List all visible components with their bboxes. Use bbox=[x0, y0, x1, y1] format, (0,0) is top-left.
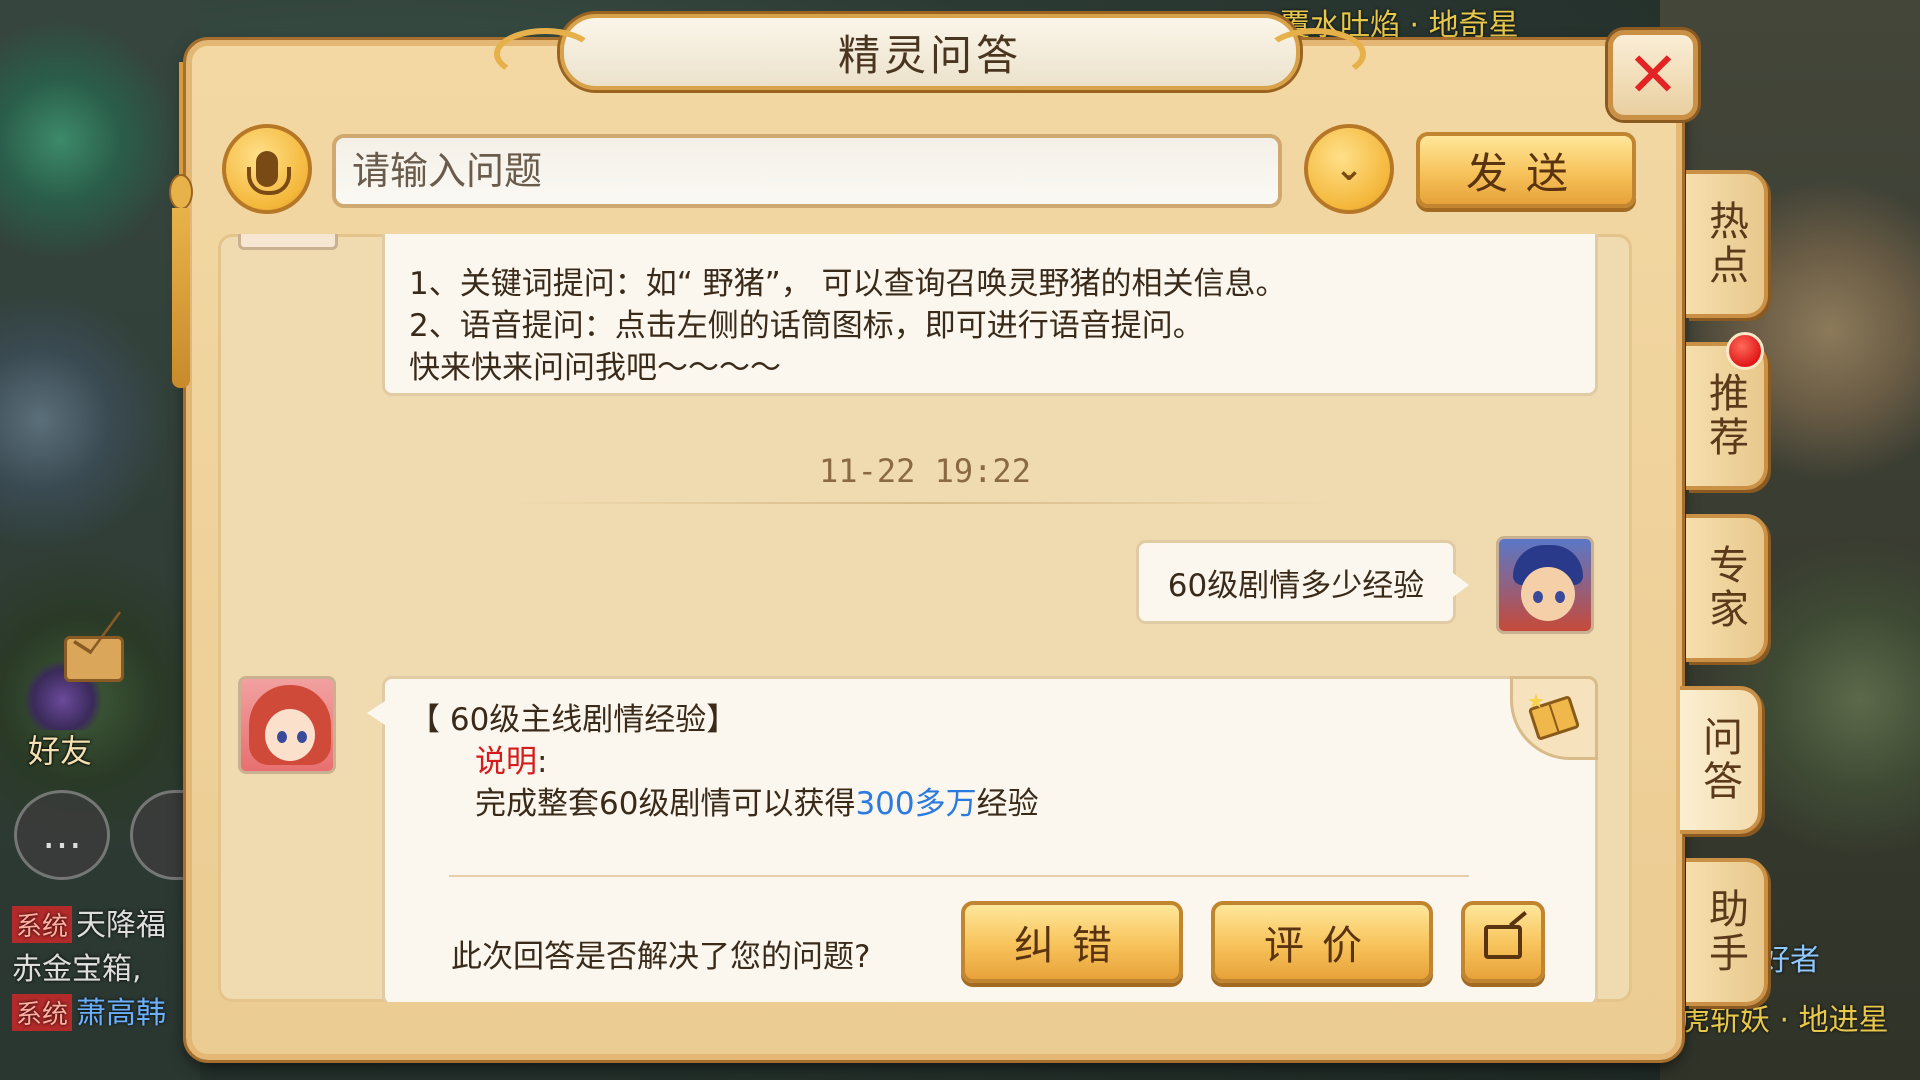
rate-button[interactable]: 评价 bbox=[1211, 901, 1433, 983]
system-message-line: 系统 萧高韩 bbox=[12, 988, 166, 1032]
intro-message-bubble: 1、关键词提问：如“ 野猪”， 可以查询召唤灵野猪的相关信息。 2、语音提问：点… bbox=[382, 234, 1598, 396]
close-button[interactable]: ✕ bbox=[1608, 30, 1698, 120]
close-icon: ✕ bbox=[1627, 38, 1679, 111]
user-avatar bbox=[1496, 536, 1594, 634]
feedback-question: 此次回答是否解决了您的问题? bbox=[451, 939, 871, 975]
user-message-bubble: 60级剧情多少经验 bbox=[1136, 540, 1469, 624]
share-icon bbox=[1484, 925, 1522, 959]
answer-label-colon: : bbox=[537, 744, 548, 780]
friend-label[interactable]: 好友 bbox=[28, 726, 92, 772]
timestamp-divider bbox=[504, 502, 1340, 504]
intro-line: 快来快来问问我吧～～～～ bbox=[409, 350, 781, 386]
dialog-title: 精灵问答 bbox=[837, 30, 1022, 80]
answer-highlight-value: 300多万 bbox=[855, 786, 977, 822]
correct-error-button[interactable]: 纠错 bbox=[961, 901, 1183, 983]
scene-bottom-right-text: 好者 bbox=[1760, 943, 1820, 978]
system-tag: 系统 bbox=[12, 994, 73, 1031]
answer-body: 完成整套60级剧情可以获得300多万经验 bbox=[475, 783, 1571, 825]
answer-label-text: 说明 bbox=[475, 744, 537, 780]
chevron-down-icon: ⌄ bbox=[1334, 149, 1364, 189]
notification-dot bbox=[1726, 332, 1764, 370]
system-message-line: 赤金宝箱, bbox=[12, 944, 142, 988]
tab-hot[interactable]: 热点 bbox=[1686, 170, 1768, 318]
chat-area[interactable]: 1、关键词提问：如“ 野猪”， 可以查询召唤灵野猪的相关信息。 2、语音提问：点… bbox=[218, 234, 1632, 1002]
system-message-text: 赤金宝箱, bbox=[12, 952, 142, 987]
answer-body-prefix: 完成整套60级剧情可以获得 bbox=[475, 786, 856, 822]
npc-avatar bbox=[238, 676, 336, 774]
system-message-text: 萧高韩 bbox=[76, 996, 167, 1031]
chat-icon[interactable]: … bbox=[14, 790, 110, 880]
message-timestamp: 11-22 19:22 bbox=[819, 452, 1031, 490]
voice-ask-button[interactable] bbox=[222, 124, 312, 214]
share-button[interactable] bbox=[1461, 901, 1545, 983]
tab-assistant[interactable]: 助手 bbox=[1686, 858, 1768, 1006]
user-message-text: 60级剧情多少经验 bbox=[1167, 567, 1425, 604]
answer-body-suffix: 经验 bbox=[976, 786, 1039, 822]
answer-label: 说明: bbox=[475, 741, 1571, 783]
answer-message-bubble: 【 60级主线剧情经验】 说明: 完成整套60级剧情可以获得300多万经验 ★ … bbox=[367, 676, 1598, 1002]
mail-icon[interactable] bbox=[64, 636, 124, 682]
send-button[interactable]: 发送 bbox=[1416, 132, 1636, 208]
intro-line: 1、关键词提问：如“ 野猪”， 可以查询召唤灵野猪的相关信息。 bbox=[409, 266, 1287, 302]
intro-line: 2、语音提问：点击左侧的话筒图标，即可进行语音提问。 bbox=[409, 308, 1204, 344]
tassel-decoration bbox=[166, 62, 196, 388]
answer-title: 【 60级主线剧情经验】 bbox=[409, 702, 738, 738]
system-tag: 系统 bbox=[12, 906, 73, 943]
history-dropdown-button[interactable]: ⌄ bbox=[1304, 124, 1394, 214]
npc-avatar-partial bbox=[238, 234, 338, 250]
microphone-icon bbox=[247, 151, 291, 195]
dialog-title-plate: 精灵问答 bbox=[494, 14, 1366, 90]
system-message-text: 天降福 bbox=[76, 908, 167, 943]
system-message-line: 系统 天降福 bbox=[12, 900, 166, 944]
question-input[interactable] bbox=[332, 134, 1282, 208]
answer-divider bbox=[449, 875, 1469, 877]
tab-qa[interactable]: 问答 bbox=[1680, 686, 1762, 834]
tab-expert[interactable]: 专家 bbox=[1686, 514, 1768, 662]
